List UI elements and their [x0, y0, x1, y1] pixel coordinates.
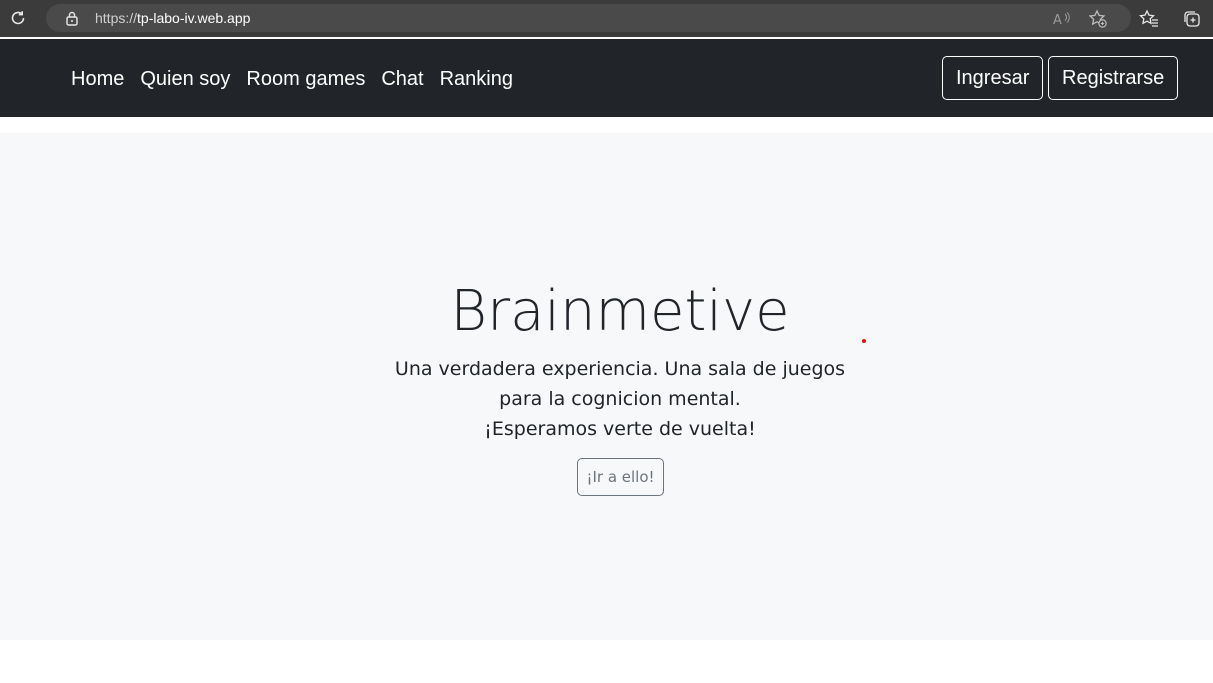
register-button[interactable]: Registrarse: [1048, 56, 1179, 100]
hero-line-1: Una verdadera experiencia. Una sala de j…: [394, 358, 846, 380]
read-aloud-icon[interactable]: A: [1051, 8, 1073, 30]
favorites-icon[interactable]: [1138, 8, 1160, 30]
cursor-dot: [862, 339, 866, 343]
svg-text:A: A: [1053, 13, 1062, 27]
hero-line-2: para la cognicion mental.: [499, 388, 741, 410]
nav-link-ranking[interactable]: Ranking: [440, 66, 513, 92]
lock-icon[interactable]: [64, 10, 80, 26]
url-text[interactable]: https://tp-labo-iv.web.app: [95, 10, 250, 26]
cta-button[interactable]: ¡Ir a ello!: [577, 458, 664, 496]
nav-links: Home Quien soy Room games Chat Ranking: [71, 66, 513, 92]
hero-description: Una verdadera experiencia. Una sala de j…: [0, 354, 1213, 444]
nav-link-room-games[interactable]: Room games: [246, 66, 365, 92]
login-button[interactable]: Ingresar: [942, 56, 1044, 100]
nav-link-chat[interactable]: Chat: [381, 66, 423, 92]
url-scheme: https://: [95, 10, 138, 26]
hero-section: Brainmetive Una verdadera experiencia. U…: [0, 133, 1213, 640]
add-favorite-icon[interactable]: [1087, 8, 1109, 30]
hero-title: Brainmetive: [450, 279, 790, 344]
nav-link-home[interactable]: Home: [71, 66, 124, 92]
address-bar[interactable]: https://tp-labo-iv.web.app: [46, 4, 1131, 32]
url-host: tp-labo-iv.web.app: [137, 10, 251, 26]
hero-line-3: ¡Esperamos verte de vuelta!: [484, 418, 756, 440]
collections-icon[interactable]: [1181, 8, 1203, 30]
navbar: Home Quien soy Room games Chat Ranking I…: [0, 39, 1213, 117]
nav-link-quien-soy[interactable]: Quien soy: [140, 66, 230, 92]
browser-toolbar: https://tp-labo-iv.web.app A: [0, 0, 1213, 37]
reload-icon[interactable]: [8, 8, 28, 28]
